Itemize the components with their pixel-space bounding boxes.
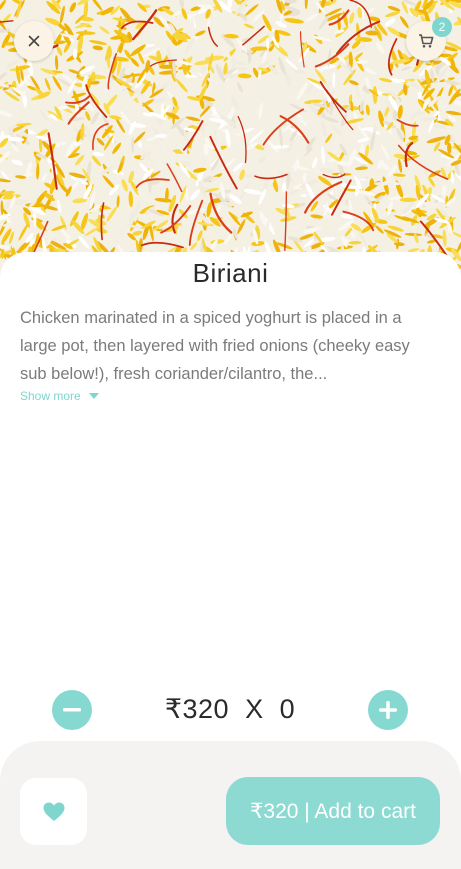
increase-quantity-button[interactable] [368,690,408,730]
close-icon [28,35,40,47]
plus-icon [379,701,397,719]
quantity-count: 0 [279,694,296,724]
close-button[interactable] [14,21,54,61]
add-to-cart-button[interactable]: ₹320 | Add to cart [226,777,440,845]
cart-count-badge: 2 [432,17,452,37]
caret-down-icon [88,393,99,399]
product-description: Chicken marinated in a spiced yoghurt is… [20,309,410,383]
product-title: Biriani [192,258,269,288]
cart-icon [419,34,434,48]
show-more-label: Show more [20,389,81,403]
decrease-quantity-button[interactable] [52,690,92,730]
show-more-link[interactable]: Show more [20,389,99,403]
cart-button[interactable]: 2 [406,17,452,61]
rice-grain [131,136,135,153]
times-sign: X [245,694,264,724]
heart-icon [43,802,64,821]
price-quantity: ₹320 X 0 [120,694,340,725]
rice-grain [399,197,417,202]
bottom-action-bar: ₹320 | Add to cart [0,741,461,869]
favorite-button[interactable] [20,778,87,845]
rice-grain [72,48,78,59]
minus-icon [63,708,81,712]
unit-price: ₹320 [164,694,230,724]
